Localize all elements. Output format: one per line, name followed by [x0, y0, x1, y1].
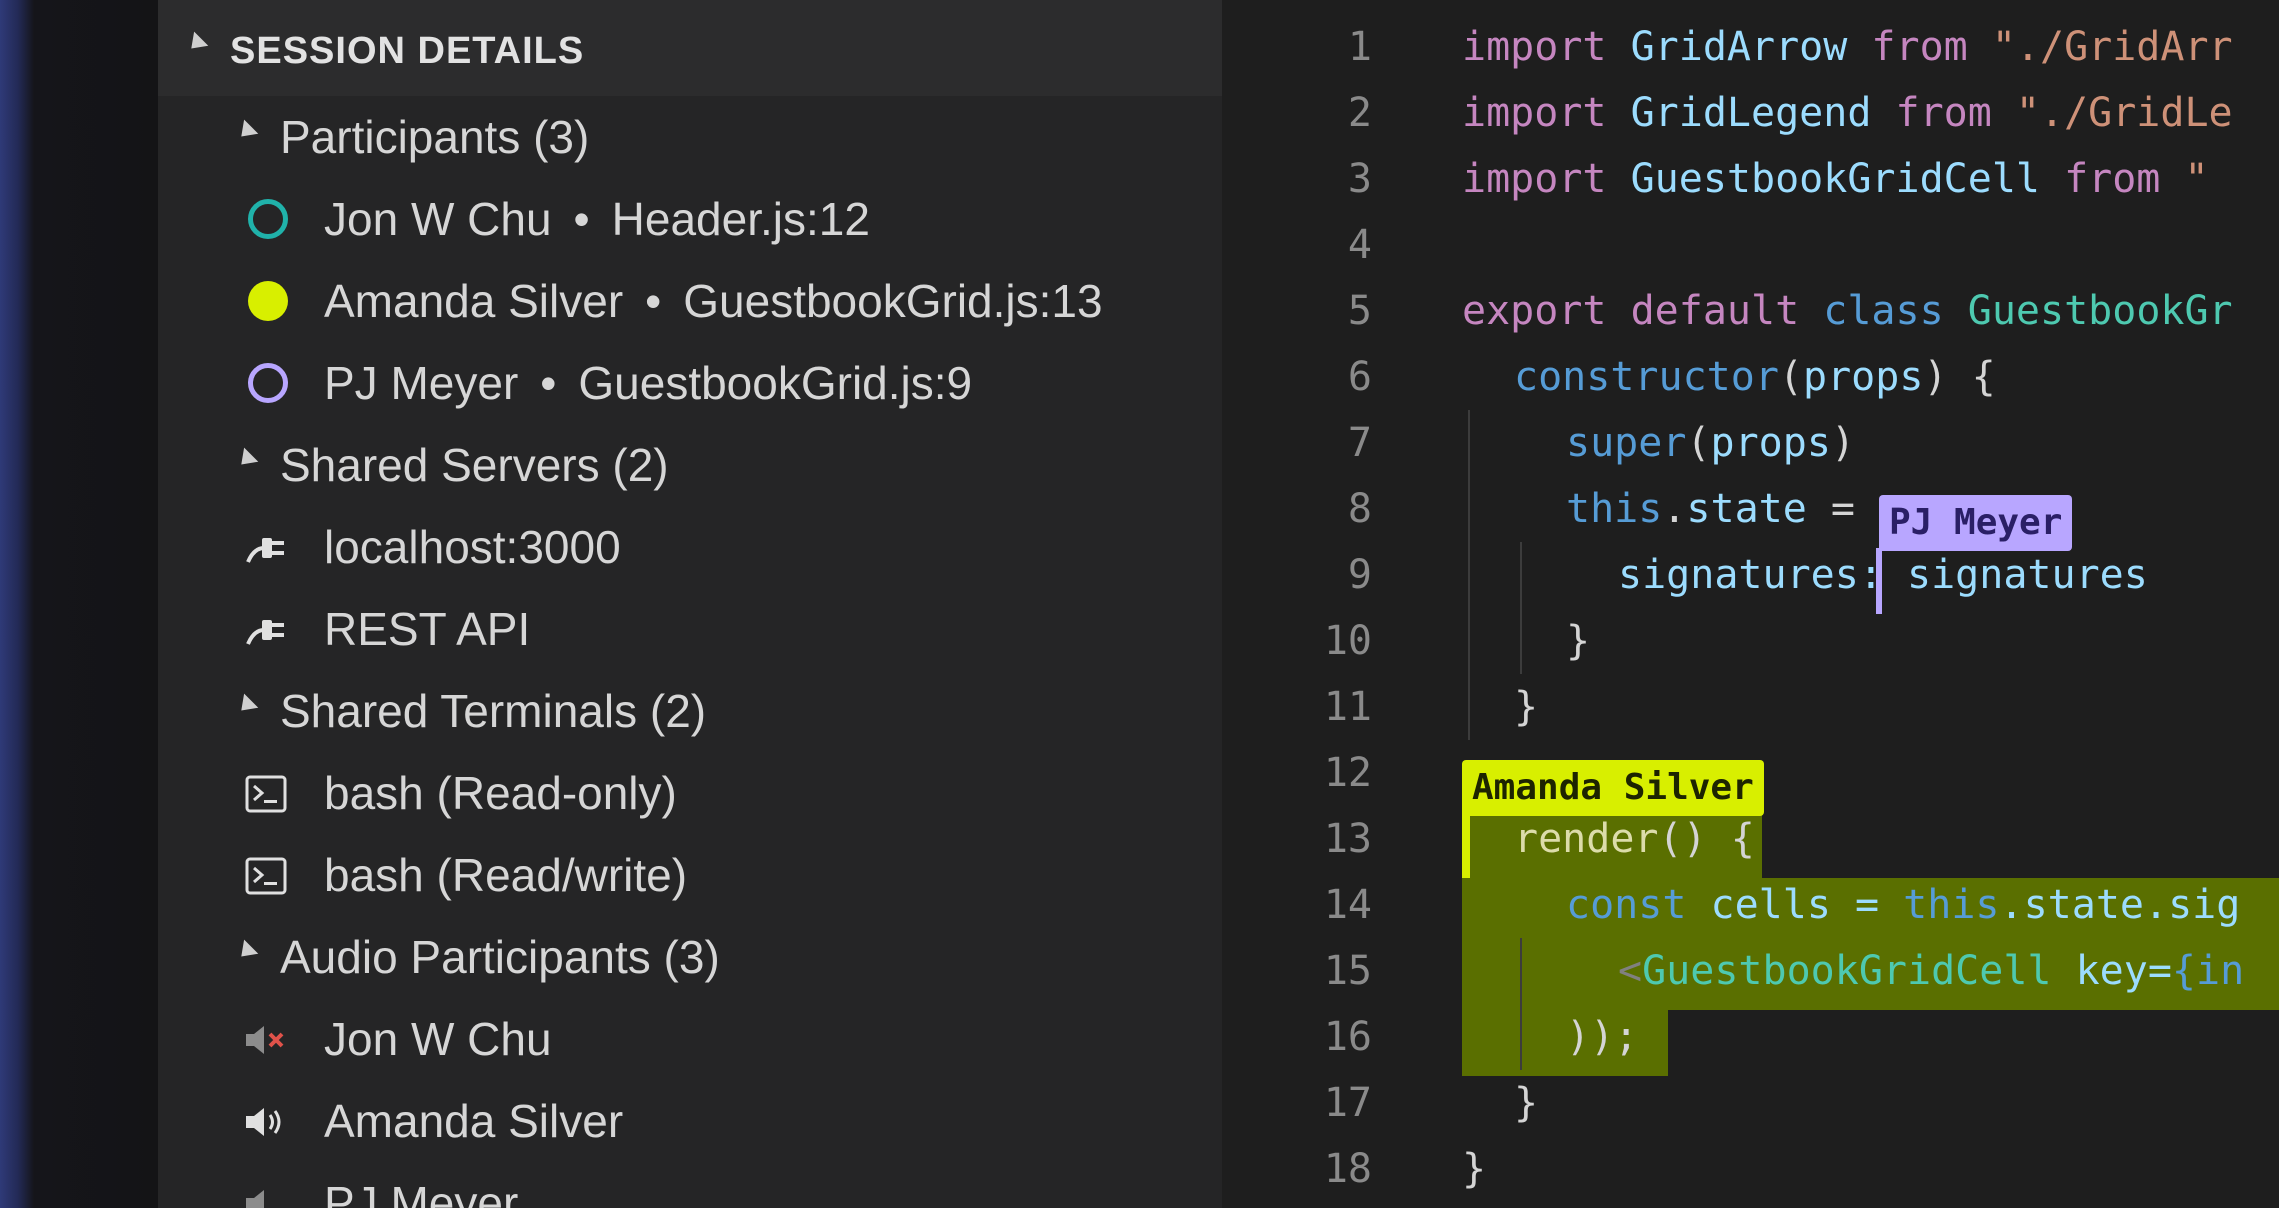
participant-item[interactable]: PJ Meyer • GuestbookGrid.js:9 — [158, 342, 1222, 424]
participant-item[interactable]: Amanda Silver • GuestbookGrid.js:13 — [158, 260, 1222, 342]
separator-dot: • — [645, 275, 662, 327]
line-number-gutter: 1 2 3 4 5 6 7 8 9 10 11 12 13 14 15 16 1… — [1222, 0, 1392, 1208]
line-number: 7 — [1347, 420, 1372, 466]
participant-dot-icon — [248, 281, 288, 321]
participant-name: PJ Meyer — [324, 357, 519, 409]
speaker-icon — [246, 1190, 264, 1208]
code-line: } — [1514, 1080, 1539, 1126]
line-number: 13 — [1323, 816, 1372, 862]
line-number: 10 — [1323, 618, 1372, 664]
terminal-item[interactable]: bash (Read-only) — [158, 752, 1222, 834]
line-number: 14 — [1323, 882, 1372, 928]
line-number: 17 — [1323, 1080, 1372, 1126]
server-item[interactable]: localhost:3000 — [158, 506, 1222, 588]
terminal-item[interactable]: bash (Read/write) — [158, 834, 1222, 916]
audio-label: PJ Meyer — [324, 1177, 519, 1208]
chevron-down-icon[interactable] — [234, 447, 259, 472]
code-line: } — [1514, 684, 1539, 730]
section-title: SESSION DETAILS — [230, 30, 585, 72]
speaker-muted-icon — [246, 1026, 284, 1054]
code-line: export default class GuestbookGr — [1462, 288, 2233, 334]
code-line: import GridArrow from "./GridArr — [1462, 24, 2233, 70]
code-line: <GuestbookGridCell key={in — [1618, 948, 2245, 994]
code-line: this.state = — [1566, 486, 1856, 532]
terminal-label: bash (Read/write) — [324, 849, 688, 901]
group-shared-terminals[interactable]: Shared Terminals (2) — [158, 670, 1222, 752]
line-number: 12 — [1323, 750, 1372, 796]
audio-item[interactable]: Amanda Silver — [158, 1080, 1222, 1162]
line-number: 1 — [1347, 24, 1372, 70]
line-number: 6 — [1347, 354, 1372, 400]
line-number: 15 — [1323, 948, 1372, 994]
participant-location[interactable]: Header.js:12 — [612, 193, 870, 245]
pj-meyer-cursor-flag: PJ Meyer — [1879, 495, 2073, 551]
line-number: 9 — [1347, 552, 1372, 598]
participant-location[interactable]: GuestbookGrid.js:9 — [578, 357, 972, 409]
audio-item[interactable]: Jon W Chu — [158, 998, 1222, 1080]
participant-name: Jon W Chu — [324, 193, 552, 245]
chevron-down-icon[interactable] — [234, 119, 259, 144]
audio-label: Jon W Chu — [324, 1013, 552, 1065]
code-line: } — [1462, 1146, 1487, 1192]
speaker-on-icon — [246, 1108, 281, 1136]
line-number: 8 — [1347, 486, 1372, 532]
session-details-header[interactable]: SESSION DETAILS — [158, 0, 1222, 96]
participant-name: Amanda Silver — [324, 275, 624, 327]
chevron-down-icon[interactable] — [234, 693, 259, 718]
line-number: 4 — [1347, 222, 1372, 268]
participant-location[interactable]: GuestbookGrid.js:13 — [683, 275, 1102, 327]
participant-ring-icon — [248, 363, 288, 403]
code-line: import GridLegend from "./GridLe — [1462, 90, 2233, 136]
server-label: REST API — [324, 603, 531, 655]
amanda-silver-cursor-flag: Amanda Silver — [1462, 760, 1764, 816]
line-number: 2 — [1347, 90, 1372, 136]
separator-dot: • — [540, 357, 557, 409]
chevron-down-icon[interactable] — [234, 939, 259, 964]
code-line: constructor(props) { — [1514, 354, 1996, 400]
line-number: 5 — [1347, 288, 1372, 334]
terminal-label: bash (Read-only) — [324, 767, 677, 819]
group-shared-servers[interactable]: Shared Servers (2) — [158, 424, 1222, 506]
code-line: )); — [1566, 1014, 1639, 1060]
collapse-chevron-icon[interactable] — [184, 31, 209, 56]
code-line: import GuestbookGridCell from " — [1462, 156, 2209, 202]
group-label: Shared Servers (2) — [280, 439, 669, 491]
code-line: } — [1566, 618, 1591, 664]
group-label: Participants (3) — [280, 111, 590, 163]
code-editor[interactable]: 1 2 3 4 5 6 7 8 9 10 11 12 13 14 15 16 1… — [1222, 0, 2279, 1208]
server-item[interactable]: REST API — [158, 588, 1222, 670]
indent-guide — [1520, 542, 1522, 674]
group-audio-participants[interactable]: Audio Participants (3) — [158, 916, 1222, 998]
line-number: 3 — [1347, 156, 1372, 202]
indent-guide — [1520, 938, 1522, 1070]
server-label: localhost:3000 — [324, 521, 621, 573]
code-line: signatures: signatures — [1618, 552, 2148, 598]
plug-icon — [246, 620, 284, 645]
line-number: 18 — [1323, 1146, 1372, 1192]
group-label: Audio Participants (3) — [280, 931, 720, 983]
audio-label: Amanda Silver — [324, 1095, 624, 1147]
terminal-icon — [245, 775, 287, 813]
plug-icon — [246, 538, 284, 563]
code-line: const cells = this.state.sig — [1566, 882, 2241, 928]
participant-ring-icon — [248, 199, 288, 239]
participant-item[interactable]: Jon W Chu • Header.js:12 — [158, 178, 1222, 260]
separator-dot: • — [573, 193, 590, 245]
terminal-icon — [245, 857, 287, 895]
line-number: 16 — [1323, 1014, 1372, 1060]
line-number: 11 — [1323, 684, 1372, 730]
group-label: Shared Terminals (2) — [280, 685, 707, 737]
pj-meyer-cursor — [1876, 548, 1882, 614]
session-details-panel: SESSION DETAILS Participants (3) Jon W C… — [158, 0, 1222, 1208]
amanda-silver-cursor — [1462, 812, 1470, 878]
audio-item[interactable]: PJ Meyer — [158, 1162, 1222, 1208]
code-line: super(props) — [1566, 420, 1856, 466]
indent-guide — [1468, 410, 1470, 740]
group-participants[interactable]: Participants (3) — [158, 96, 1222, 178]
